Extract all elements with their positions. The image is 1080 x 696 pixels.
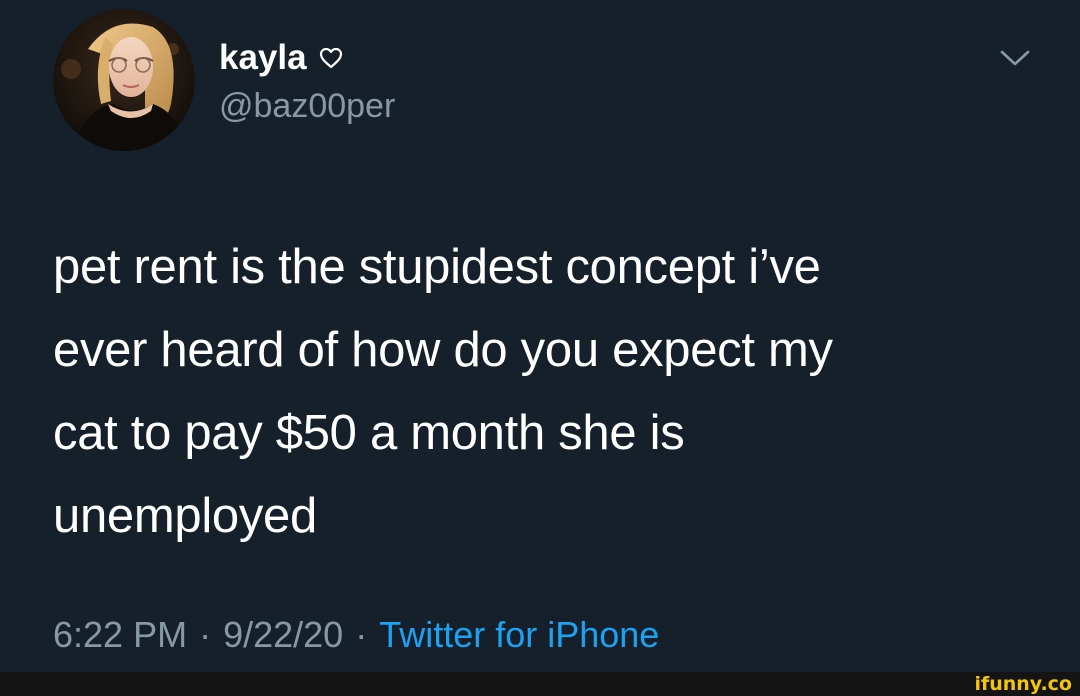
avatar[interactable] bbox=[53, 9, 195, 151]
author-handle[interactable]: @baz00per bbox=[219, 84, 395, 128]
watermark-bar bbox=[0, 672, 1080, 696]
meta-separator: · bbox=[199, 614, 212, 655]
tweet-time[interactable]: 6:22 PM bbox=[53, 614, 187, 655]
tweet-metadata: 6:22 PM · 9/22/20 · Twitter for iPhone bbox=[53, 612, 659, 658]
meta-separator: · bbox=[355, 614, 368, 655]
tweet-source-link[interactable]: Twitter for iPhone bbox=[379, 614, 659, 655]
tweet-card: kayla @baz00per pet rent is the stupides… bbox=[0, 0, 1080, 672]
chevron-down-icon[interactable] bbox=[998, 46, 1032, 70]
ifunny-watermark: ifunny.co bbox=[974, 673, 1072, 695]
profile-photo bbox=[53, 9, 195, 151]
display-name[interactable]: kayla bbox=[219, 36, 307, 80]
heart-outline-icon bbox=[319, 47, 343, 69]
author-name-row[interactable]: kayla bbox=[219, 36, 343, 80]
tweet-text: pet rent is the stupidest concept i’ve e… bbox=[53, 240, 833, 543]
tweet-date[interactable]: 9/22/20 bbox=[223, 614, 343, 655]
